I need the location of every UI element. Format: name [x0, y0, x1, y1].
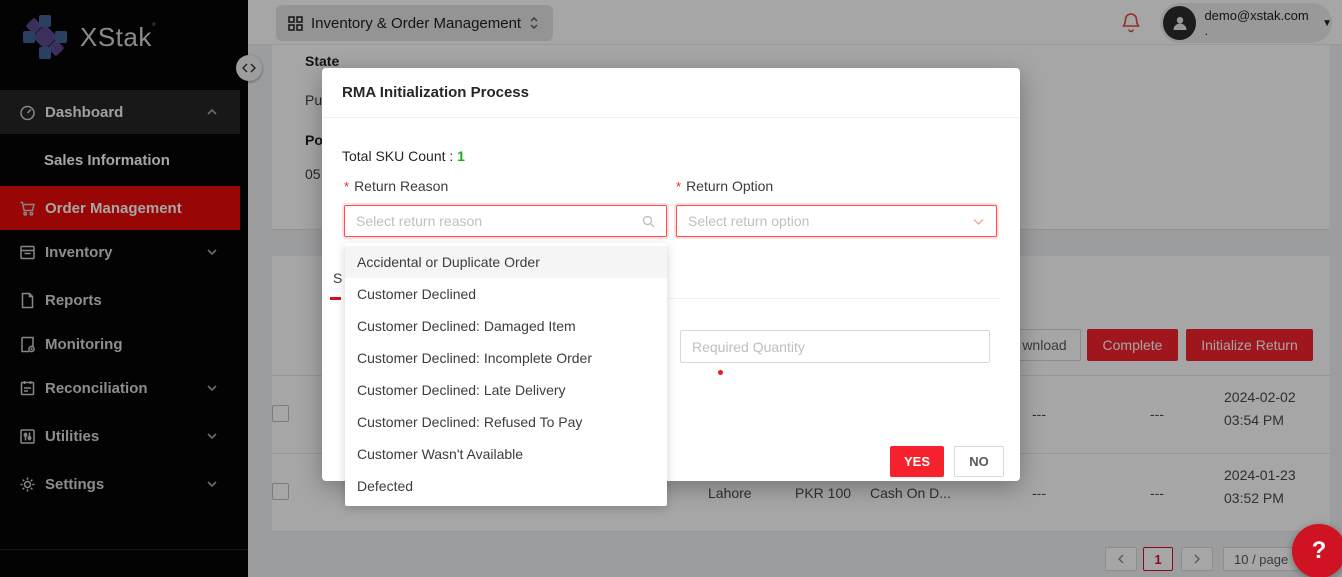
return-reason-placeholder: Select return reason — [356, 213, 642, 229]
sku-count-line: Total SKU Count : 1 — [342, 148, 465, 164]
yes-button[interactable]: YES — [890, 446, 944, 477]
return-reason-label: *Return Reason — [344, 178, 448, 194]
app-screen: XStak° Dashboard Sales Information Order… — [0, 0, 1342, 577]
required-field-dot — [718, 370, 723, 375]
active-tab-indicator — [330, 297, 341, 300]
dropdown-option[interactable]: Customer Declined: Late Delivery — [345, 374, 667, 406]
dropdown-option[interactable]: Customer Declined — [345, 278, 667, 310]
search-icon — [642, 215, 655, 228]
no-button[interactable]: NO — [954, 446, 1004, 477]
dropdown-option[interactable]: Customer Declined: Incomplete Order — [345, 342, 667, 374]
return-option-select[interactable]: Select return option — [676, 205, 997, 237]
dropdown-option[interactable]: Customer Declined: Damaged Item — [345, 310, 667, 342]
modal-title: RMA Initialization Process — [342, 84, 529, 101]
sku-tab-partial-text: S — [333, 270, 342, 286]
dropdown-option[interactable]: Customer Declined: Refused To Pay — [345, 406, 667, 438]
modal-header: RMA Initialization Process — [322, 68, 1020, 118]
required-quantity-input[interactable] — [680, 330, 990, 363]
help-button[interactable]: ? — [1292, 524, 1342, 577]
chevron-down-icon — [972, 215, 985, 228]
return-reason-dropdown: Accidental or Duplicate Order Customer D… — [345, 243, 667, 506]
sku-count-value: 1 — [457, 148, 465, 164]
return-reason-select[interactable]: Select return reason — [344, 205, 667, 237]
dropdown-option[interactable]: Defected — [345, 470, 667, 502]
return-option-label: *Return Option — [676, 178, 773, 194]
sku-count-label: Total SKU Count : — [342, 148, 453, 164]
dropdown-option[interactable]: Customer Wasn't Available — [345, 438, 667, 470]
required-asterisk: * — [676, 179, 681, 194]
required-asterisk: * — [344, 179, 349, 194]
return-option-placeholder: Select return option — [688, 213, 972, 229]
dropdown-option[interactable]: Accidental or Duplicate Order — [345, 246, 667, 278]
